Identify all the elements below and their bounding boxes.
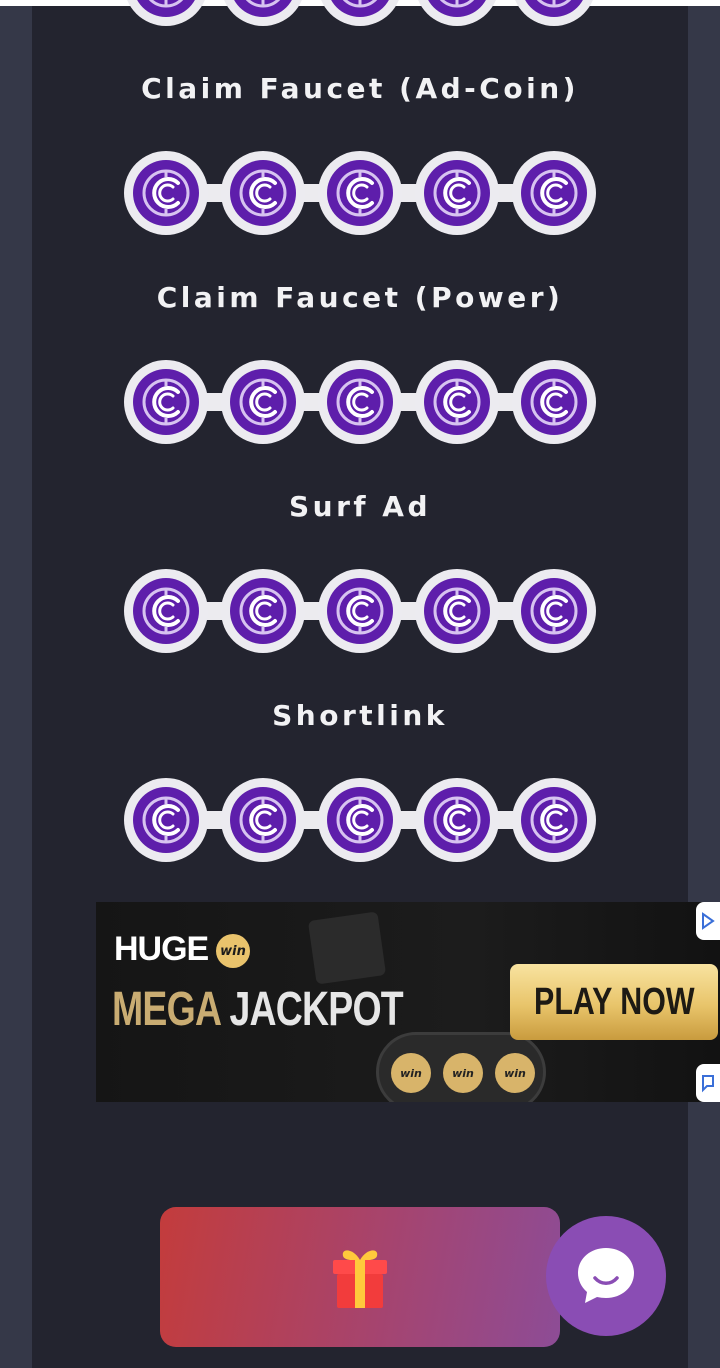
coin-c-logo-icon — [318, 360, 402, 444]
coin-c-logo-icon — [124, 151, 208, 235]
ad-info-icon[interactable] — [696, 902, 720, 940]
slot-reel: win — [495, 1053, 535, 1093]
coin-row — [124, 778, 596, 862]
section-title: Claim Faucet (Ad-Coin) — [141, 72, 579, 105]
coin-c-logo-icon — [221, 569, 305, 653]
coin-row — [124, 569, 596, 653]
play-now-button[interactable]: PLAY NOW — [510, 964, 718, 1040]
section-title: Claim Faucet (Power) — [156, 281, 564, 314]
gift-button[interactable] — [160, 1207, 560, 1347]
coin-c-logo-icon — [512, 0, 596, 26]
coin-c-logo-icon — [415, 360, 499, 444]
ad-brand-badge: win — [216, 934, 250, 968]
coin-c-logo-icon — [415, 778, 499, 862]
coin-row — [124, 360, 596, 444]
coin-c-logo-icon — [318, 151, 402, 235]
slot-reel: win — [443, 1053, 483, 1093]
coin-c-logo-icon — [318, 0, 402, 26]
ad-brand: HUGE — [114, 930, 209, 968]
coin-c-logo-icon — [124, 569, 208, 653]
coin-c-logo-icon — [318, 569, 402, 653]
coin-c-logo-icon — [415, 569, 499, 653]
coin-c-logo-icon — [512, 360, 596, 444]
coin-c-logo-icon — [415, 0, 499, 26]
coin-c-logo-icon — [318, 778, 402, 862]
coin-c-logo-icon — [124, 0, 208, 26]
coin-c-logo-icon — [124, 778, 208, 862]
coin-c-logo-icon — [124, 360, 208, 444]
slot-machine-decoration: win win win — [376, 1032, 546, 1102]
section-title: Shortlink — [272, 699, 448, 732]
ad-headline-part1: MEGA — [112, 983, 221, 1036]
coin-c-logo-icon — [221, 151, 305, 235]
coin-c-logo-icon — [221, 0, 305, 26]
coin-c-logo-icon — [512, 151, 596, 235]
ad-headline: MEGA JACKPOT — [112, 982, 404, 1037]
coin-c-logo-icon — [415, 151, 499, 235]
coin-row-partial — [124, 0, 596, 26]
gift-icon — [333, 1250, 387, 1308]
slot-reel: win — [391, 1053, 431, 1093]
section-title: Surf Ad — [288, 490, 432, 523]
ad-close-icon[interactable] — [696, 1064, 720, 1102]
coin-row — [124, 151, 596, 235]
chat-bubble-icon — [578, 1248, 634, 1303]
ad-headline-part2: JACKPOT — [229, 983, 403, 1036]
gift-box-decoration — [307, 911, 387, 985]
advertisement-banner[interactable]: HUGE win MEGA JACKPOT win win win PLAY N… — [96, 902, 720, 1102]
chat-button[interactable] — [546, 1216, 666, 1336]
coin-c-logo-icon — [512, 778, 596, 862]
coin-c-logo-icon — [221, 778, 305, 862]
coin-c-logo-icon — [512, 569, 596, 653]
coin-c-logo-icon — [221, 360, 305, 444]
